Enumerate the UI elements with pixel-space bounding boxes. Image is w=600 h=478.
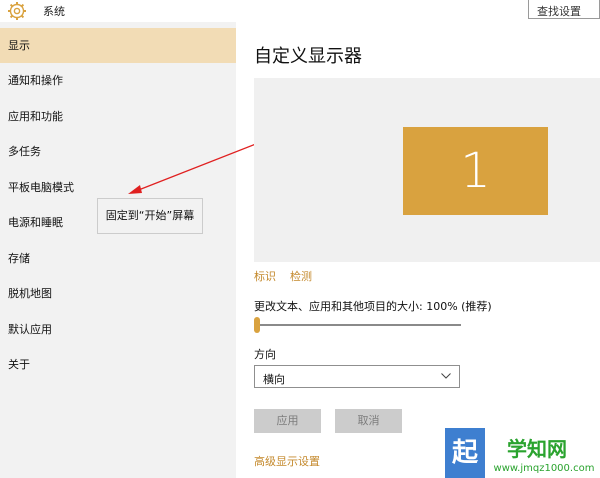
advanced-display-settings-link[interactable]: 高级显示设置 <box>254 453 320 469</box>
page-title: 自定义显示器 <box>254 46 362 67</box>
scale-label: 更改文本、应用和其他项目的大小: 100% (推荐) <box>254 300 492 313</box>
app-title: 系统 <box>43 5 65 18</box>
apply-button[interactable]: 应用 <box>254 409 321 433</box>
title-bar: 系统 查找设置 <box>0 0 600 22</box>
search-input[interactable]: 查找设置 <box>528 0 600 19</box>
sidebar-item-offline-maps[interactable]: 脱机地图 <box>0 276 236 311</box>
sidebar: 显示 通知和操作 应用和功能 多任务 平板电脑模式 电源和睡眠 存储 脱机地图 … <box>0 22 236 478</box>
orientation-dropdown[interactable]: 横向 <box>254 365 460 388</box>
scale-slider-thumb[interactable] <box>254 317 260 333</box>
monitor-tile[interactable]: 1 <box>403 127 548 215</box>
scale-slider-track[interactable] <box>254 324 461 326</box>
gear-icon <box>8 2 26 20</box>
sidebar-item-notifications[interactable]: 通知和操作 <box>0 63 236 98</box>
orientation-label: 方向 <box>254 348 276 361</box>
identify-link[interactable]: 标识 <box>254 268 276 284</box>
pin-to-start-menu-item[interactable]: 固定到“开始”屏幕 <box>97 198 203 234</box>
sidebar-item-storage[interactable]: 存储 <box>0 241 236 276</box>
svg-text:学知网: 学知网 <box>507 437 567 461</box>
cancel-button[interactable]: 取消 <box>335 409 402 433</box>
chevron-down-icon <box>441 373 451 379</box>
sidebar-item-apps[interactable]: 应用和功能 <box>0 99 236 134</box>
site-watermark-logo: 起 学知网 www.jmqz1000.com <box>445 428 595 478</box>
sidebar-item-display[interactable]: 显示 <box>0 28 236 63</box>
orientation-value: 横向 <box>263 373 285 386</box>
sidebar-item-about[interactable]: 关于 <box>0 347 236 382</box>
svg-text:www.jmqz1000.com: www.jmqz1000.com <box>494 463 595 474</box>
sidebar-item-default-apps[interactable]: 默认应用 <box>0 312 236 347</box>
svg-text:起: 起 <box>452 438 479 468</box>
detect-link[interactable]: 检测 <box>290 268 312 284</box>
sidebar-item-multitasking[interactable]: 多任务 <box>0 134 236 169</box>
